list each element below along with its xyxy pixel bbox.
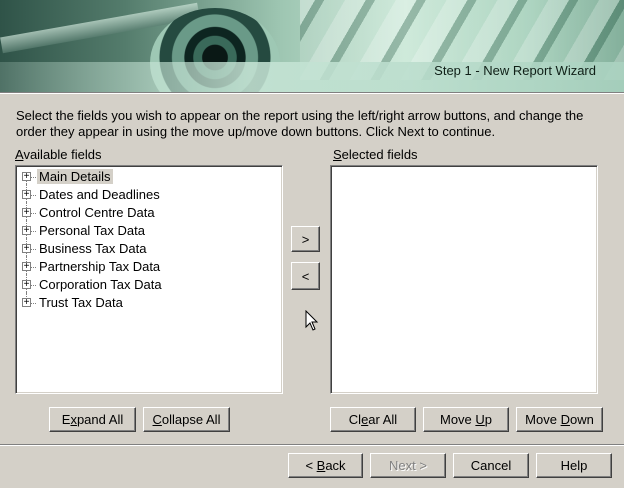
tree-item-label: Business Tax Data (39, 241, 147, 256)
footer-divider-light (0, 445, 624, 446)
help-button[interactable]: Help (536, 453, 612, 478)
move-down-button[interactable]: Move Down (516, 407, 603, 432)
expand-plus-icon[interactable] (22, 208, 31, 217)
next-button[interactable]: Next > (370, 453, 446, 478)
expand-plus-icon[interactable] (22, 262, 31, 271)
available-fields-label: Available fields (15, 147, 102, 162)
tree-item-label: Dates and Deadlines (39, 187, 160, 202)
tree-item-label: Personal Tax Data (39, 223, 145, 238)
collapse-all-button[interactable]: Collapse All (143, 407, 230, 432)
tree-item[interactable]: Trust Tax Data (20, 292, 282, 312)
back-button[interactable]: < Back (288, 453, 363, 478)
expand-plus-icon[interactable] (22, 172, 31, 181)
add-field-button[interactable]: > (291, 226, 320, 252)
tree-item[interactable]: Control Centre Data (20, 202, 282, 222)
expand-plus-icon[interactable] (22, 280, 31, 289)
tree-connector-line (31, 249, 36, 250)
tree-connector-line (31, 267, 36, 268)
tree-item-label: Corporation Tax Data (39, 277, 162, 292)
available-fields-tree[interactable]: Main Details Dates and Deadlines Control C… (15, 165, 283, 394)
wizard-step-title: Step 1 - New Report Wizard (434, 63, 596, 78)
tree-item[interactable]: Business Tax Data (20, 238, 282, 258)
remove-field-button[interactable]: < (291, 262, 320, 290)
expand-all-button[interactable]: Expand All (49, 407, 136, 432)
tree-item[interactable]: Main Details (20, 168, 282, 188)
tree-connector-line (31, 303, 36, 304)
tree-item[interactable]: Personal Tax Data (20, 220, 282, 240)
tree-connector-line (31, 213, 36, 214)
tree-item[interactable]: Partnership Tax Data (20, 256, 282, 276)
header-divider-light (0, 93, 624, 94)
selected-fields-list[interactable] (330, 165, 598, 394)
tree-connector-line (31, 195, 36, 196)
expand-plus-icon[interactable] (22, 226, 31, 235)
tree-item-label: Trust Tax Data (39, 295, 123, 310)
selected-fields-label: Selected fields (333, 147, 418, 162)
tree-item-label: Partnership Tax Data (39, 259, 161, 274)
tree-connector-line (31, 231, 36, 232)
clear-all-button[interactable]: Clear All (330, 407, 416, 432)
tree-connector-line (31, 285, 36, 286)
expand-plus-icon[interactable] (22, 244, 31, 253)
instructions-text: Select the fields you wish to appear on … (16, 108, 584, 139)
expand-plus-icon[interactable] (22, 298, 31, 307)
available-fields-list: Main Details Dates and Deadlines Control C… (16, 166, 282, 312)
tree-item[interactable]: Dates and Deadlines (20, 184, 282, 204)
tree-item[interactable]: Corporation Tax Data (20, 274, 282, 294)
tree-item-label: Main Details (37, 169, 113, 184)
mouse-pointer-icon (305, 310, 319, 331)
expand-plus-icon[interactable] (22, 190, 31, 199)
wizard-banner: Step 1 - New Report Wizard (0, 0, 624, 92)
tree-connector-line (31, 177, 36, 178)
move-up-button[interactable]: Move Up (423, 407, 509, 432)
cancel-button[interactable]: Cancel (453, 453, 529, 478)
tree-item-label: Control Centre Data (39, 205, 155, 220)
